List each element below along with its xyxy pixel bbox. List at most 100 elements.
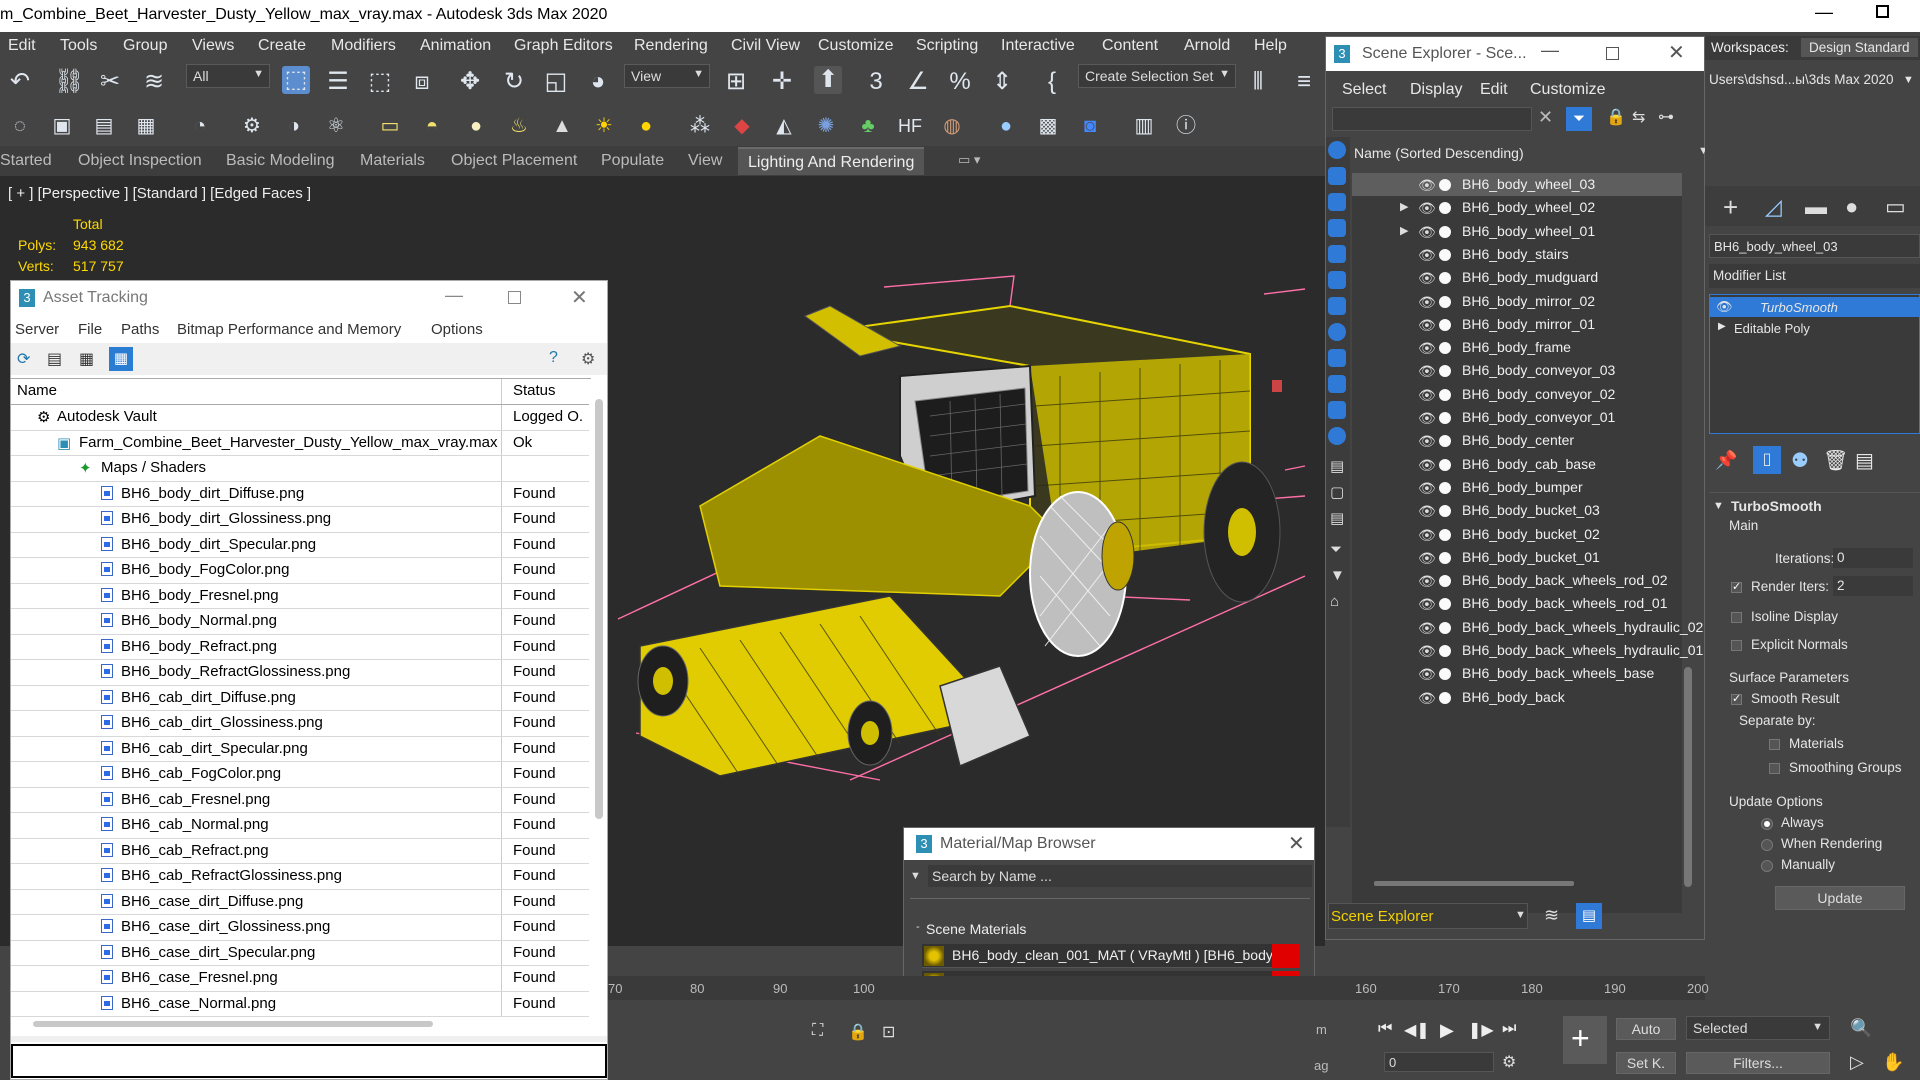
visibility-eye-icon[interactable]: 👁	[1418, 410, 1436, 427]
modifier-list-dropdown[interactable]: Modifier List	[1709, 264, 1920, 288]
ies-light-icon[interactable]: ▲	[548, 112, 576, 140]
vray-material-icon[interactable]: ●	[992, 112, 1020, 140]
sync-selection-icon[interactable]: ⇆	[1632, 107, 1645, 127]
ambient-light-icon[interactable]: ●	[632, 112, 660, 140]
scene-object-row[interactable]: 👁 BH6_body_cab_base	[1352, 453, 1682, 476]
vray-fur-icon[interactable]: ◆	[728, 112, 756, 140]
render-dot-icon[interactable]	[1439, 202, 1451, 215]
geometry-filter-icon[interactable]	[1328, 141, 1346, 159]
go-to-start-icon[interactable]: ⏮	[1378, 1020, 1392, 1038]
scene-object-row[interactable]: 👁 BH6_body_mirror_02	[1352, 290, 1682, 313]
turbosmooth-rollout-title[interactable]: TurboSmooth	[1731, 498, 1822, 514]
scene-object-row[interactable]: 👁 BH6_body_center	[1352, 429, 1682, 452]
frozen-filter-icon[interactable]	[1328, 401, 1346, 419]
render-dot-icon[interactable]	[1439, 225, 1451, 238]
when-rendering-radio[interactable]	[1761, 839, 1773, 851]
menu-civil-view[interactable]: Civil View	[731, 37, 800, 55]
visibility-eye-icon[interactable]: 👁	[1418, 480, 1436, 497]
menu-options[interactable]: Options	[431, 321, 483, 338]
keyboard-shortcut-override-icon[interactable]: ⬆	[814, 66, 842, 94]
vertical-scrollbar[interactable]	[595, 399, 603, 819]
place-icon[interactable]: ◕	[584, 68, 612, 96]
table-row[interactable]: ⚙ Autodesk Vault Logged O.	[11, 405, 589, 431]
render-dot-icon[interactable]	[1439, 412, 1451, 424]
modify-tab-icon[interactable]: ◿	[1765, 194, 1782, 220]
vray-plane-icon[interactable]: ◭	[770, 112, 798, 140]
visibility-eye-icon[interactable]: 👁	[1418, 247, 1436, 264]
rectangular-selection-icon[interactable]: ⬚	[366, 68, 394, 96]
visibility-eye-icon[interactable]: 👁	[1418, 224, 1436, 241]
menu-customize[interactable]: Customize	[818, 37, 894, 55]
smooth-result-checkbox[interactable]	[1731, 692, 1742, 705]
visibility-eye-icon[interactable]: 👁	[1418, 596, 1436, 613]
render-dot-icon[interactable]	[1439, 295, 1451, 308]
layer-explorer-icon[interactable]: ▤	[90, 112, 118, 140]
viewport-label[interactable]: [ + ] [Perspective ] [Standard ] [Edged …	[8, 185, 311, 202]
vray-hf-icon[interactable]: HF	[896, 112, 924, 140]
iterations-spinner[interactable]: 0	[1833, 548, 1913, 568]
scene-object-row[interactable]: 👁 BH6_body_back_wheels_rod_02	[1352, 569, 1682, 592]
render-dot-icon[interactable]	[1439, 505, 1451, 518]
render-dot-icon[interactable]	[1439, 575, 1451, 588]
scene-object-row[interactable]: 👁 BH6_body_back_wheels_base	[1352, 662, 1682, 685]
lasso-icon[interactable]: ◌	[6, 112, 34, 140]
render-dot-icon[interactable]	[1439, 248, 1451, 261]
scene-object-row[interactable]: 👁 BH6_body_mudguard	[1352, 266, 1682, 289]
scene-object-row[interactable]: 👁 BH6_body_bucket_03	[1352, 499, 1682, 522]
table-row[interactable]: BH6_case_Normal.png Found	[11, 991, 589, 1017]
named-selection-set-dropdown[interactable]: Create Selection Set ▼	[1078, 64, 1236, 88]
path-dropdown-arrow-icon[interactable]: ▼	[1903, 74, 1914, 86]
scene-object-row[interactable]: 👁 BH6_body_conveyor_01	[1352, 406, 1682, 429]
material-search-input[interactable]: Search by Name ...	[928, 865, 1312, 887]
help-icon[interactable]: ⓘ	[1172, 112, 1200, 140]
helpers-filter-icon[interactable]	[1328, 245, 1346, 263]
table-row[interactable]: BH6_cab_Normal.png Found	[11, 813, 589, 839]
angle-snap-icon[interactable]: ∠	[904, 68, 932, 96]
scene-object-row[interactable]: 👁 BH6_body_back_wheels_rod_01	[1352, 592, 1682, 615]
visibility-eye-icon[interactable]: 👁	[1418, 317, 1436, 334]
render-dot-icon[interactable]	[1439, 342, 1451, 355]
show-end-result-icon[interactable]: ▯	[1753, 446, 1781, 474]
visibility-eye-icon[interactable]: 👁	[1418, 433, 1436, 450]
render-dot-icon[interactable]	[1439, 318, 1451, 331]
close-icon[interactable]: ✕	[1668, 40, 1685, 65]
menu-scripting[interactable]: Scripting	[916, 37, 978, 55]
pan-icon[interactable]: ✋	[1882, 1052, 1904, 1073]
schematic-view-icon[interactable]: ⚙	[238, 112, 266, 140]
move-icon[interactable]: ✥	[456, 68, 484, 96]
visibility-eye-icon[interactable]: 👁	[1418, 573, 1436, 590]
manually-radio[interactable]	[1761, 860, 1773, 872]
shapes-filter-icon[interactable]	[1328, 167, 1346, 185]
close-icon[interactable]: ✕	[571, 285, 588, 310]
smoothing-groups-checkbox[interactable]	[1769, 763, 1780, 774]
tab-materials[interactable]: Materials	[360, 152, 425, 170]
visibility-eye-icon[interactable]: 👁	[1418, 387, 1436, 404]
table-view-icon[interactable]: ▦	[109, 347, 133, 371]
scene-object-row[interactable]: 👁 BH6_body_wheel_03	[1352, 173, 1682, 197]
table-row[interactable]: BH6_case_dirt_Glossiness.png Found	[11, 915, 589, 941]
table-row[interactable]: BH6_cab_Fresnel.png Found	[11, 787, 589, 813]
menu-tools[interactable]: Tools	[60, 37, 97, 55]
render-frame-icon[interactable]: ▣	[48, 112, 76, 140]
create-tab-icon[interactable]: +	[1723, 192, 1738, 223]
minimize-icon[interactable]: —	[1541, 40, 1559, 61]
sphere-light-icon[interactable]: ●	[462, 112, 490, 140]
table-row[interactable]: BH6_body_dirt_Glossiness.png Found	[11, 507, 589, 533]
scene-object-row[interactable]: 👁 BH6_body_bumper	[1352, 476, 1682, 499]
render-iters-spinner[interactable]: 2	[1833, 576, 1913, 596]
render-dot-icon[interactable]	[1439, 388, 1451, 401]
material-editor-icon[interactable]: ◑	[280, 112, 308, 140]
maximize-icon[interactable]	[508, 291, 521, 304]
link-icon[interactable]: ⛓	[54, 68, 84, 96]
previous-frame-icon[interactable]: ◀❚	[1404, 1020, 1430, 1040]
modifier-editable-poly[interactable]: ▶ Editable Poly	[1710, 319, 1920, 339]
containers-filter-icon[interactable]	[1328, 375, 1346, 393]
project-path[interactable]: Users\dshsd...ы\3ds Max 2020	[1709, 72, 1894, 87]
menu-edit[interactable]: Edit	[1480, 81, 1508, 99]
minimize-icon[interactable]: —	[1815, 2, 1833, 23]
cameras-filter-icon[interactable]	[1328, 219, 1346, 237]
expand-arrow-icon[interactable]: ▶	[1400, 200, 1408, 213]
visibility-eye-icon[interactable]: 👁	[1418, 270, 1436, 287]
close-icon[interactable]: ✕	[1288, 831, 1305, 856]
visibility-eye-icon[interactable]: 👁	[1418, 294, 1436, 311]
